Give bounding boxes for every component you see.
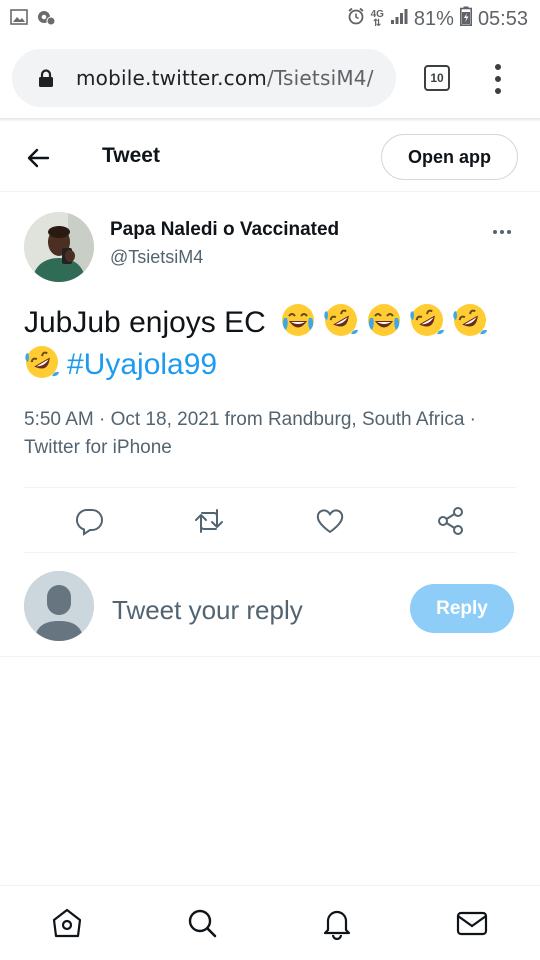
more-dot <box>500 230 504 234</box>
page-title: Tweet <box>102 144 160 167</box>
menu-dot <box>495 88 501 94</box>
share-icon[interactable] <box>436 506 466 536</box>
settings-notification-icon <box>36 8 56 31</box>
tweet-text: JubJub enjoys EC #Uyajola99 <box>24 302 516 386</box>
clock: 05:53 <box>477 7 528 30</box>
current-user-avatar <box>24 571 94 641</box>
open-app-button[interactable]: Open app <box>381 134 518 180</box>
tweet-timestamp[interactable]: 5:50 AM · Oct 18, 2021 from Randburg, So… <box>24 406 494 462</box>
rolling-on-the-floor-laughing-emoji <box>410 304 445 336</box>
battery-icon <box>459 6 472 32</box>
browser-menu-button[interactable] <box>488 64 508 94</box>
address-bar[interactable]: mobile.twitter.com/TsietsiM4/ <box>12 49 396 107</box>
like-icon[interactable] <box>315 506 345 536</box>
url-domain: mobile.twitter.com <box>76 66 267 90</box>
battery-percent: 81% <box>413 7 454 30</box>
status-bar: 4G ⇅ 81% 05:53 <box>0 0 540 38</box>
menu-dot <box>495 76 501 82</box>
arrow-left-icon <box>24 148 52 176</box>
bottom-navigation <box>0 885 540 960</box>
reply-icon[interactable] <box>74 506 104 536</box>
reply-input[interactable] <box>112 590 392 630</box>
rolling-on-the-floor-laughing-emoji <box>25 346 59 378</box>
more-dot <box>493 230 497 234</box>
messages-icon[interactable] <box>455 906 489 940</box>
tweet-header: Tweet Open app <box>0 122 540 192</box>
lock-icon <box>38 69 54 93</box>
tweet-actions <box>24 488 516 552</box>
notifications-icon[interactable] <box>320 906 354 941</box>
divider <box>24 552 516 553</box>
menu-dot <box>495 64 501 70</box>
more-dot <box>507 230 511 234</box>
face-with-tears-of-joy-emoji <box>368 304 401 336</box>
url-text[interactable]: mobile.twitter.com/TsietsiM4/ <box>76 66 374 90</box>
author-name[interactable]: Papa Naledi o Vaccinated <box>110 219 339 241</box>
gallery-icon <box>10 9 28 30</box>
browser-toolbar: mobile.twitter.com/TsietsiM4/ 10 <box>0 38 540 120</box>
url-path: /TsietsiM4/ <box>267 66 374 90</box>
face-with-tears-of-joy-emoji <box>282 304 315 336</box>
alarm-icon <box>347 7 365 31</box>
signal-icon <box>390 7 408 31</box>
rolling-on-the-floor-laughing-emoji <box>453 304 488 336</box>
network-type: 4G ⇅ <box>370 9 384 29</box>
home-icon[interactable] <box>50 906 84 940</box>
more-options-button[interactable] <box>490 222 514 242</box>
network-label: 4G <box>370 9 384 20</box>
back-button[interactable] <box>24 144 52 172</box>
author-handle[interactable]: @TsietsiM4 <box>110 247 203 268</box>
reply-button[interactable]: Reply <box>410 584 514 633</box>
tab-switcher-button[interactable]: 10 <box>424 65 450 91</box>
rolling-on-the-floor-laughing-emoji <box>324 304 359 336</box>
search-icon[interactable] <box>185 906 219 940</box>
divider <box>0 656 540 657</box>
author-avatar[interactable] <box>24 212 94 282</box>
hashtag-link[interactable]: #Uyajola99 <box>67 348 217 381</box>
tweet-body: JubJub enjoys EC <box>24 306 266 339</box>
retweet-icon[interactable] <box>194 506 224 536</box>
